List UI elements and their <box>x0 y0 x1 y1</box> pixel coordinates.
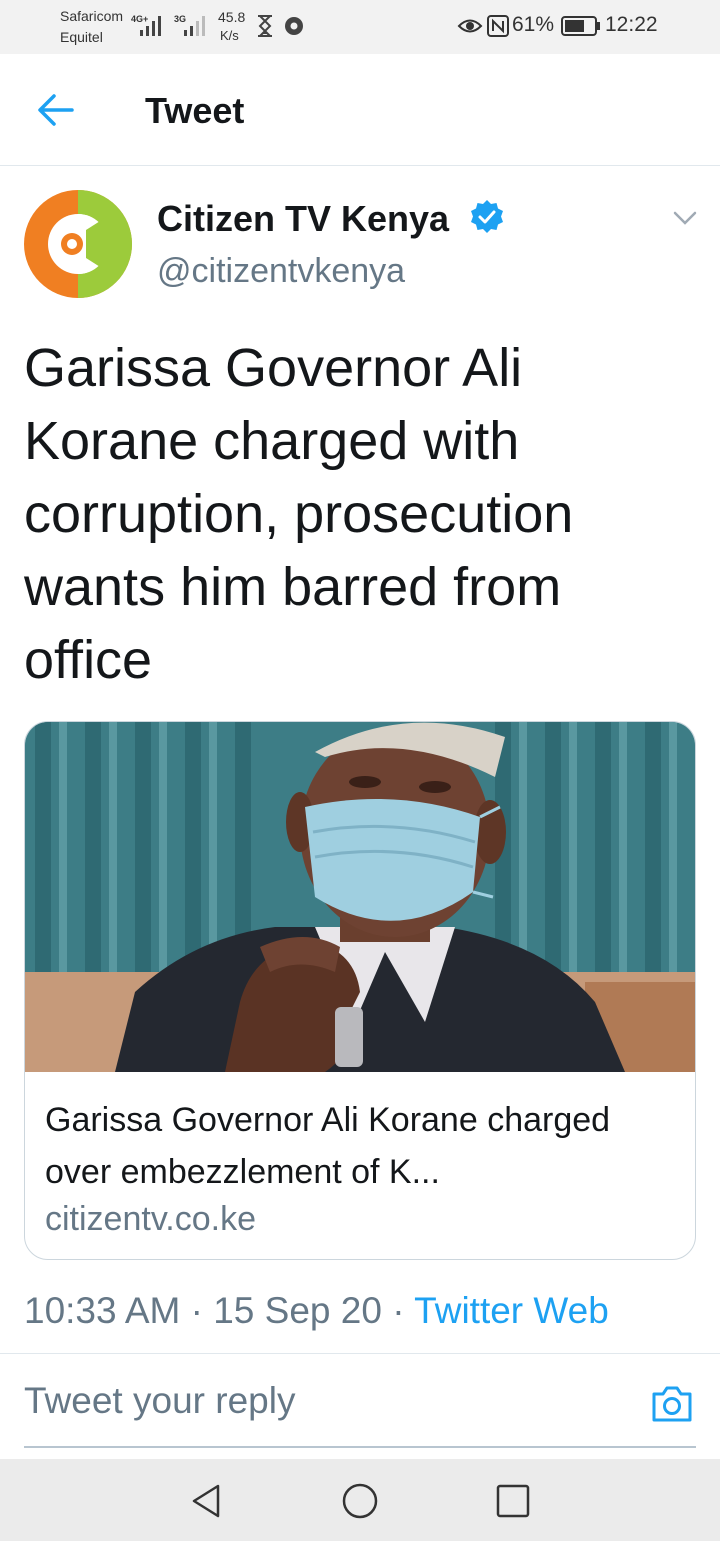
camera-icon[interactable] <box>650 1385 694 1423</box>
back-triangle-icon[interactable] <box>186 1481 226 1521</box>
tweet-meta: 10:33 AM · 15 Sep 20 · Twitter Web <box>24 1290 609 1332</box>
tweet-source-link[interactable]: Twitter Web <box>414 1290 609 1331</box>
app-header: Tweet <box>0 54 720 166</box>
link-card-image <box>25 722 695 1072</box>
tweet-date: 15 Sep 20 <box>213 1290 382 1331</box>
network-speed-value: 45.8 <box>218 9 246 25</box>
meta-separator: · <box>180 1290 214 1331</box>
system-nav-bar <box>0 1459 720 1541</box>
avatar[interactable] <box>24 190 132 298</box>
link-card-domain: citizentv.co.ke <box>45 1200 257 1238</box>
author-name[interactable]: Citizen TV Kenya <box>157 198 449 240</box>
chevron-down-icon[interactable] <box>672 208 698 228</box>
battery-icon <box>561 16 600 36</box>
page-title: Tweet <box>145 90 245 131</box>
eye-icon <box>457 19 483 33</box>
tweet-time: 10:33 AM <box>24 1290 181 1331</box>
link-card-title: Garissa Governor Ali Korane charged over… <box>45 1101 611 1191</box>
status-bar: Safaricom Equitel 4G+ 3G 45.8 K/s 61% 12… <box>0 0 720 54</box>
carrier-secondary: Equitel <box>60 29 103 45</box>
verified-badge-icon <box>471 200 503 233</box>
link-card[interactable]: Garissa Governor Ali Korane charged over… <box>24 721 696 1260</box>
clock: 12:22 <box>605 13 658 36</box>
home-circle-icon[interactable] <box>340 1481 380 1521</box>
battery-percent: 61% <box>512 13 555 36</box>
author-handle[interactable]: @citizentvkenya <box>157 252 405 291</box>
carrier-name: Safaricom <box>60 8 124 24</box>
reply-bar <box>0 1353 720 1460</box>
nfc-icon <box>487 15 509 37</box>
chrome-icon <box>285 17 303 35</box>
reply-underline <box>24 1446 696 1448</box>
reply-input[interactable] <box>24 1376 634 1426</box>
signal-icon <box>140 16 161 36</box>
signal-icon-secondary <box>184 16 205 36</box>
recents-square-icon[interactable] <box>493 1481 533 1521</box>
network-speed-unit: K/s <box>220 28 239 43</box>
hourglass-icon <box>258 15 272 37</box>
tweet-text: Garissa Governor Ali Korane charged with… <box>24 338 574 690</box>
meta-separator: · <box>381 1290 415 1331</box>
back-arrow-icon[interactable] <box>36 92 76 128</box>
